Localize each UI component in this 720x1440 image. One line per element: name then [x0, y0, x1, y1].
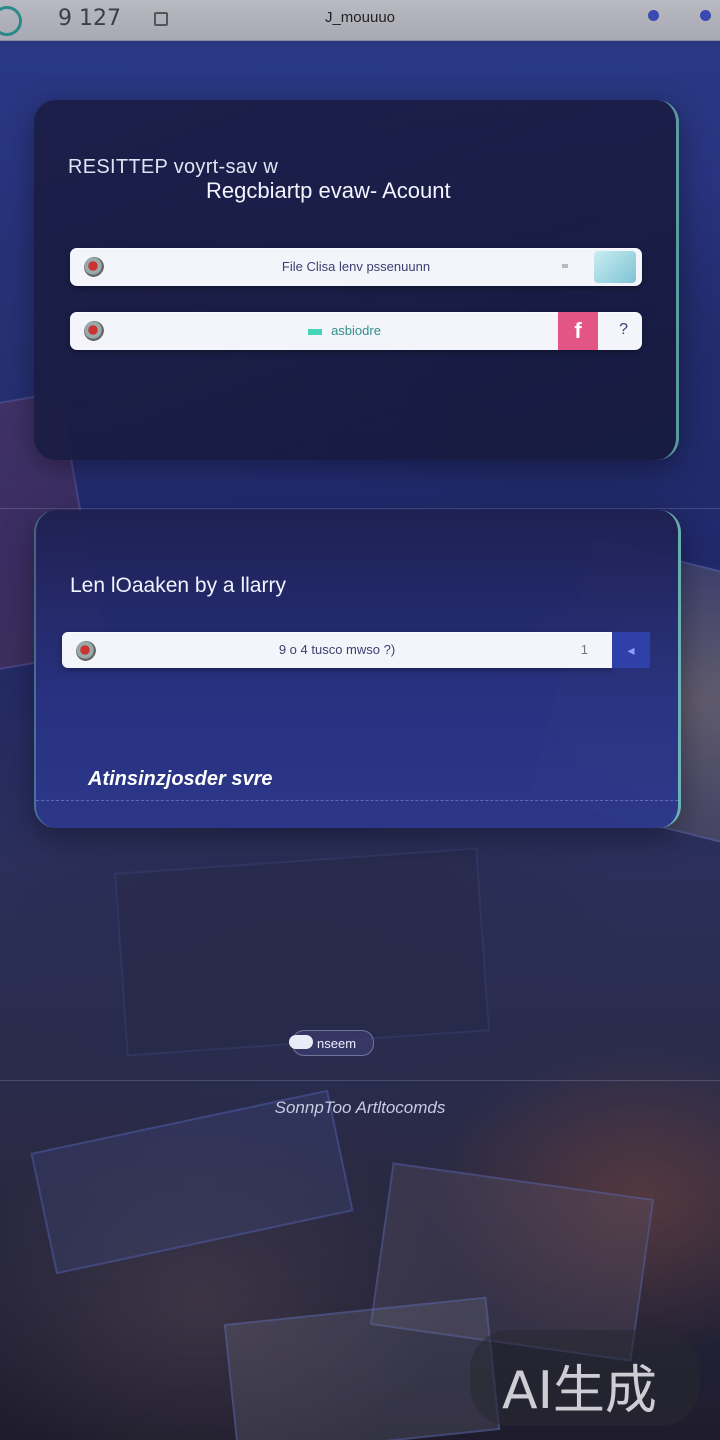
status-bar: 9 127 J_mouuuo	[0, 0, 720, 41]
facebook-button[interactable]: f	[558, 312, 598, 350]
library-field-count: 1	[580, 642, 588, 657]
register-field-2[interactable]: asbiodre f ?	[70, 312, 642, 350]
library-search-field[interactable]: 9 o 4 tusco mwso ?) 1	[62, 632, 612, 668]
pill-icon	[289, 1035, 313, 1049]
separator-icon	[562, 264, 568, 268]
signal-dot-icon	[648, 10, 659, 21]
library-card: Len lOaaken by a llarry 9 o 4 tusco mwso…	[34, 510, 681, 828]
register-heading: RESITTEP voyrt-sav w	[68, 156, 279, 178]
library-field-text: 9 o 4 tusco mwso ?)	[278, 642, 396, 657]
library-search-button[interactable]: ◂	[612, 632, 650, 668]
register-field-1-text: File Clisa lenv pssenuunn	[281, 259, 431, 274]
library-footer[interactable]: Atinsinzjosder svre	[88, 768, 273, 791]
pill-label: nseem	[317, 1036, 357, 1051]
help-icon[interactable]: ?	[619, 321, 628, 339]
register-field-1[interactable]: File Clisa lenv pssenuunn	[70, 248, 642, 286]
battery-dot-icon	[700, 10, 711, 21]
divider	[36, 800, 678, 802]
watermark: AI生成	[470, 1330, 700, 1426]
watermark-text: AI生成	[502, 1361, 657, 1421]
register-subheading: Regcbiartp evaw- Acount	[206, 178, 451, 203]
register-card: RESITTEP voyrt-sav w Regcbiartp evaw- Ac…	[34, 100, 679, 460]
register-field-2-text: asbiodre	[331, 323, 381, 338]
library-title: Len lOaaken by a llarry	[70, 574, 286, 597]
status-carrier: J_mouuuo	[324, 9, 396, 26]
footer-link[interactable]: SonnpToo Artltocomds	[0, 1098, 720, 1118]
bottom-pill-button[interactable]: nseem	[289, 1030, 374, 1056]
field-action-button[interactable]	[594, 251, 636, 283]
